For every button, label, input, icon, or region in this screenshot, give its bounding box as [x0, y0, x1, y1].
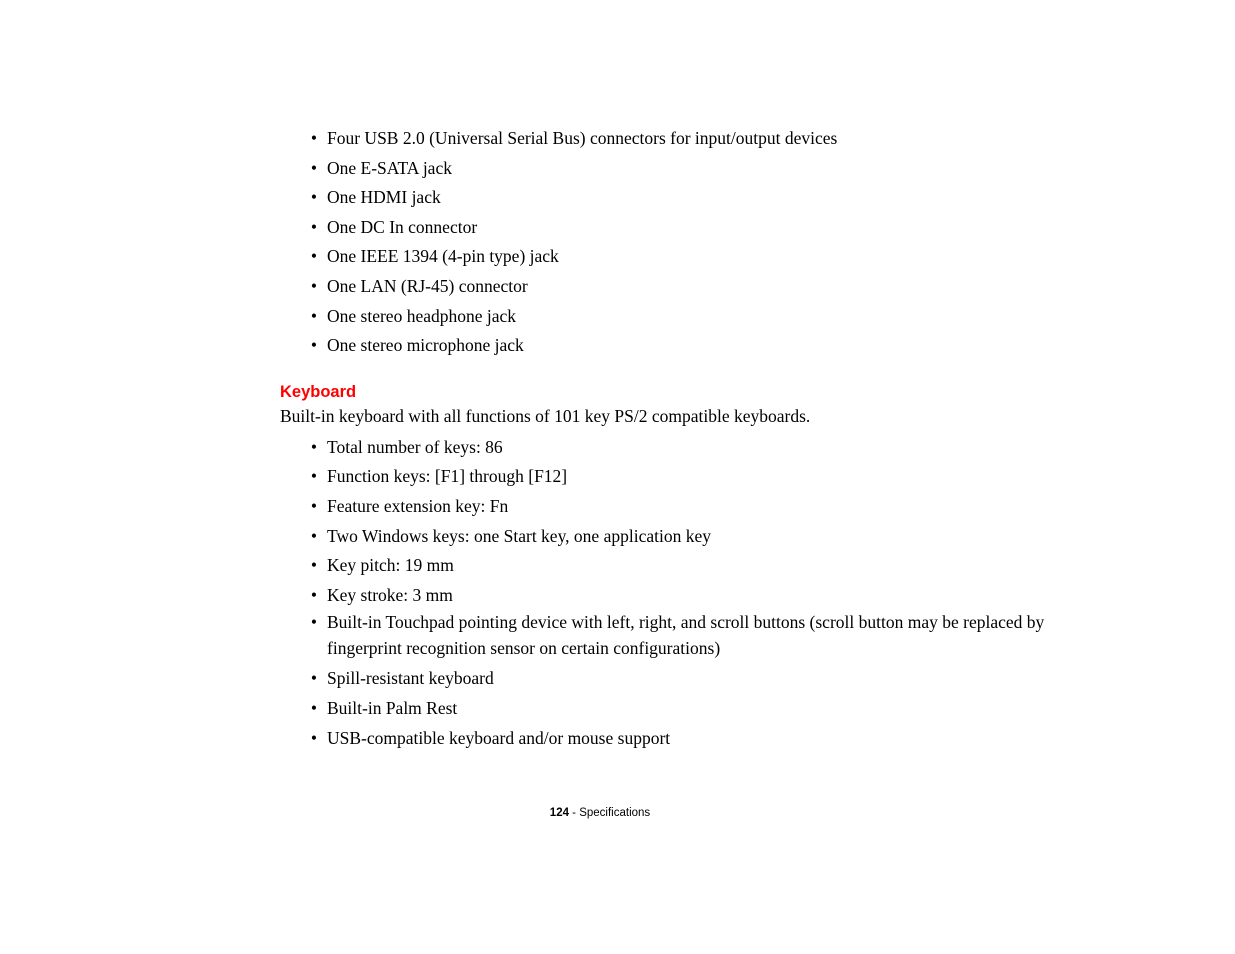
- list-item-text: Key stroke: 3 mm: [327, 584, 453, 605]
- bullet-icon: •: [310, 612, 318, 633]
- list-item: • One E-SATA jack: [280, 154, 1080, 184]
- list-item: • One stereo headphone jack: [280, 302, 1080, 332]
- list-item: • One HDMI jack: [280, 183, 1080, 213]
- list-item-text: One stereo headphone jack: [327, 305, 517, 326]
- bullet-icon: •: [310, 216, 318, 237]
- bullet-icon: •: [310, 275, 318, 296]
- bullet-icon: •: [310, 727, 318, 748]
- bullet-icon: •: [310, 335, 318, 356]
- page-footer: 124 - Specifications: [0, 806, 1200, 820]
- bullet-icon: •: [310, 495, 318, 516]
- bullet-icon: •: [310, 525, 318, 546]
- bullet-icon: •: [310, 187, 318, 208]
- list-item: • One IEEE 1394 (4-pin type) jack: [280, 242, 1080, 272]
- list-item: • Total number of keys: 86: [280, 433, 1080, 463]
- list-item-text: One DC In connector: [327, 216, 478, 237]
- document-page: • Four USB 2.0 (Universal Serial Bus) co…: [0, 0, 1235, 954]
- list-item: • One DC In connector: [280, 213, 1080, 243]
- list-item: • Feature extension key: Fn: [280, 492, 1080, 522]
- list-item-text: One LAN (RJ-45) connector: [327, 275, 528, 296]
- bullet-icon: •: [310, 697, 318, 718]
- list-item-text: One E-SATA jack: [327, 157, 452, 178]
- list-item: • Two Windows keys: one Start key, one a…: [280, 522, 1080, 552]
- list-item-text: One stereo microphone jack: [327, 335, 524, 356]
- list-item: • Four USB 2.0 (Universal Serial Bus) co…: [280, 124, 1080, 154]
- list-item-text: Two Windows keys: one Start key, one app…: [327, 525, 711, 546]
- page-content: • Four USB 2.0 (Universal Serial Bus) co…: [280, 124, 1080, 753]
- list-item: • Built-in Touchpad pointing device with…: [280, 610, 1080, 664]
- list-item: • USB-compatible keyboard and/or mouse s…: [280, 724, 1080, 754]
- section-heading-keyboard: Keyboard: [280, 382, 357, 401]
- list-item: • One LAN (RJ-45) connector: [280, 272, 1080, 302]
- list-item: • Key stroke: 3 mm: [280, 581, 1080, 611]
- bullet-icon: •: [310, 466, 318, 487]
- bullet-icon: •: [310, 584, 318, 605]
- footer-separator: -: [568, 807, 577, 819]
- list-item-text: Spill-resistant keyboard: [327, 668, 494, 689]
- bullet-icon: •: [310, 157, 318, 178]
- keyboard-specs-list: • Total number of keys: 86 • Function ke…: [280, 433, 1080, 753]
- list-item: • One stereo microphone jack: [280, 331, 1080, 361]
- list-item-text: Key pitch: 19 mm: [327, 555, 454, 576]
- bullet-icon: •: [310, 555, 318, 576]
- list-item-text: USB-compatible keyboard and/or mouse sup…: [327, 727, 671, 748]
- bullet-icon: •: [310, 305, 318, 326]
- bullet-icon: •: [310, 128, 318, 148]
- list-item-text: Total number of keys: 86: [327, 436, 503, 457]
- list-item: • Spill-resistant keyboard: [280, 664, 1080, 694]
- footer-page-number: 124: [549, 807, 569, 819]
- keyboard-intro-paragraph: Built-in keyboard with all functions of …: [280, 405, 811, 426]
- list-item: • Built-in Palm Rest: [280, 694, 1080, 724]
- ports-and-connectors-list: • Four USB 2.0 (Universal Serial Bus) co…: [280, 124, 1080, 361]
- list-item-text: Built-in Palm Rest: [327, 697, 458, 718]
- list-item-text: Feature extension key: Fn: [327, 495, 509, 516]
- footer-section-name: Specifications: [579, 807, 651, 819]
- list-item: • Function keys: [F1] through [F12]: [280, 462, 1080, 492]
- bullet-icon: •: [310, 436, 318, 457]
- list-item-text: Built-in Touchpad pointing device with l…: [327, 612, 1045, 658]
- list-item-text: One IEEE 1394 (4-pin type) jack: [327, 246, 559, 267]
- list-item: • Key pitch: 19 mm: [280, 551, 1080, 581]
- list-item-text: Four USB 2.0 (Universal Serial Bus) conn…: [327, 128, 838, 148]
- list-item-text: One HDMI jack: [327, 187, 441, 208]
- bullet-icon: •: [310, 246, 318, 267]
- list-item-text: Function keys: [F1] through [F12]: [327, 466, 568, 487]
- bullet-icon: •: [310, 668, 318, 689]
